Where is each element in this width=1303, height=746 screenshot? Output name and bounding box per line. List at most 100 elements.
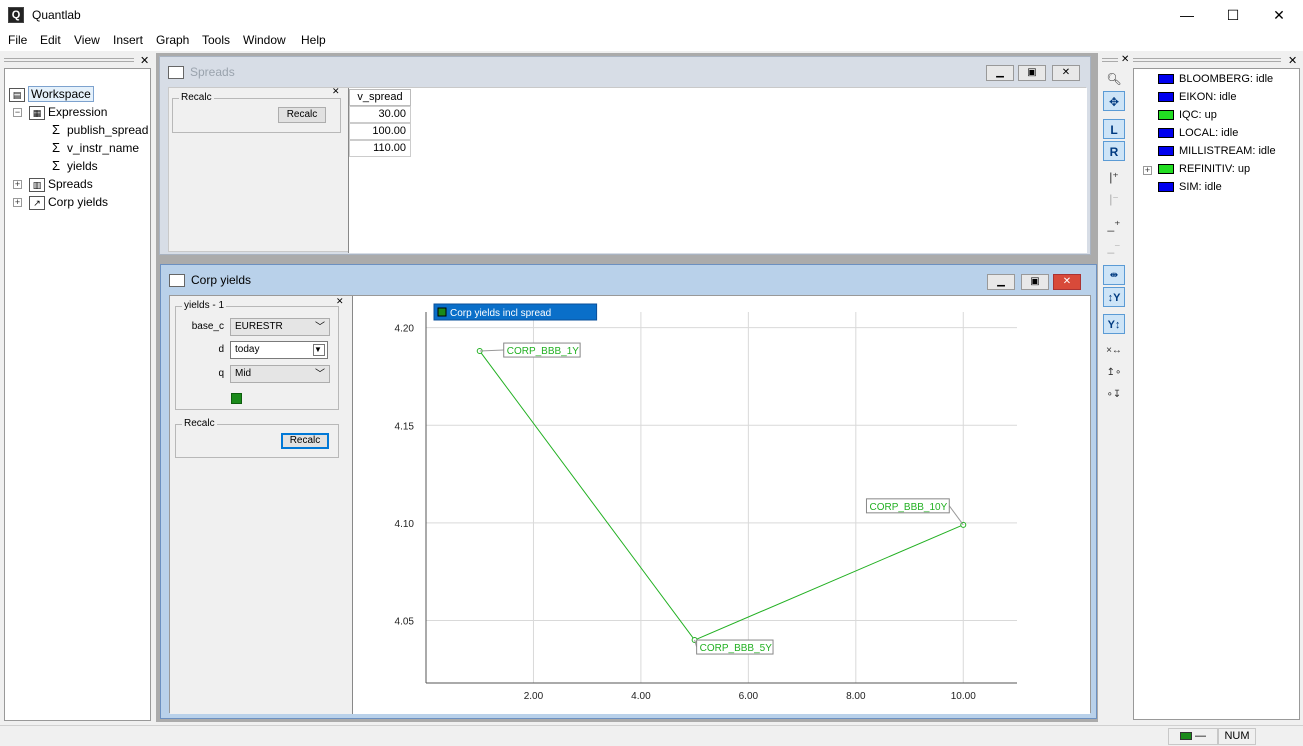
- source-item-local[interactable]: LOCAL: idle: [1158, 124, 1238, 142]
- pan-icon[interactable]: ✥: [1103, 91, 1125, 111]
- maximize-button[interactable]: ☐: [1210, 0, 1256, 31]
- y-tick-label: 4.15: [395, 421, 415, 432]
- connection-icon: [1179, 732, 1192, 741]
- source-item-bloomberg[interactable]: BLOOMBERG: idle: [1158, 70, 1273, 88]
- chart-legend[interactable]: Corp yields incl spread: [433, 303, 598, 321]
- recalc-button[interactable]: Recalc: [278, 107, 326, 123]
- panel-grip[interactable]: [4, 58, 134, 62]
- spreads-minimize-button[interactable]: ▁: [986, 65, 1014, 81]
- collapse-icon[interactable]: −: [13, 108, 22, 117]
- chart-icon: [169, 274, 185, 287]
- menu-graph[interactable]: Graph: [156, 33, 189, 47]
- source-item-iqc[interactable]: IQC: up: [1158, 106, 1217, 124]
- grid-cell[interactable]: 100.00: [349, 123, 411, 140]
- close-panel-icon[interactable]: ✕: [140, 54, 149, 67]
- corp-yields-close-button[interactable]: ✕: [1053, 274, 1081, 290]
- legend-entry[interactable]: Corp yields incl spread: [450, 308, 551, 319]
- corp-yields-window: Corp yields ▁ ▣ ✕ ✕ yields - 1 base_c EU…: [160, 264, 1097, 719]
- y-crosshair-icon[interactable]: ↥∘: [1103, 363, 1125, 383]
- series-line[interactable]: [479, 350, 964, 641]
- left-axis-button[interactable]: L: [1103, 119, 1125, 139]
- spreads-restore-button[interactable]: ▣: [1018, 65, 1046, 81]
- menu-file[interactable]: File: [8, 33, 27, 47]
- x-crosshair-icon[interactable]: ×↔: [1103, 341, 1125, 361]
- menu-bar: File Edit View Insert Graph Tools Window…: [0, 31, 1303, 51]
- right-axis-button[interactable]: R: [1103, 141, 1125, 161]
- spreads-body: ✕ Recalc Recalc v_spread 30.00 100.00 11…: [168, 86, 1087, 253]
- menu-edit[interactable]: Edit: [40, 33, 61, 47]
- zoom-icon[interactable]: 🔍︎: [1103, 69, 1125, 89]
- recalc-button[interactable]: Recalc: [281, 433, 329, 449]
- tree-item-yields[interactable]: Σyields: [49, 157, 98, 175]
- tree-item-corp-yields[interactable]: ↗ Corp yields: [29, 193, 108, 211]
- grid-cell[interactable]: 30.00: [349, 106, 411, 123]
- close-toolbar-icon[interactable]: ✕: [1121, 54, 1129, 65]
- x-tick-label: 6.00: [739, 691, 759, 702]
- expand-icon[interactable]: +: [13, 198, 22, 207]
- corp-yields-minimize-button[interactable]: ▁: [987, 274, 1015, 290]
- add-horizontal-line-icon[interactable]: _⁺: [1103, 215, 1125, 235]
- status-blue-icon: [1158, 182, 1174, 193]
- y-tick-label: 4.20: [395, 324, 415, 335]
- quantlab-app: Q Quantlab — ☐ ✕ File Edit View Insert G…: [0, 0, 1303, 746]
- add-vertical-line-icon[interactable]: |⁺: [1103, 167, 1125, 187]
- d-combo-input[interactable]: today ▼: [230, 341, 328, 359]
- data-sources-list: BLOOMBERG: idle EIKON: idle IQC: up LOCA…: [1133, 68, 1300, 720]
- corp-yields-body: ✕ yields - 1 base_c EURESTR ﹀ d today ▼ q …: [169, 295, 1091, 714]
- tree-item-publish-spread[interactable]: Σpublish_spread: [49, 121, 148, 139]
- source-item-millistream[interactable]: MILLISTREAM: idle: [1158, 142, 1276, 160]
- column-header-v-spread[interactable]: v_spread: [349, 89, 411, 106]
- status-blue-icon: [1158, 92, 1174, 103]
- legend-swatch: [437, 307, 447, 317]
- yields-parameter-group: yields - 1 base_c EURESTR ﹀ d today ▼ q Mi…: [175, 300, 339, 410]
- minimize-button[interactable]: —: [1164, 0, 1210, 31]
- grid-cell[interactable]: 110.00: [349, 140, 411, 157]
- status-blue-icon: [1158, 128, 1174, 139]
- tree-item-expression[interactable]: ▦ Expression: [29, 103, 107, 121]
- corp-yields-title-bar[interactable]: Corp yields ▁ ▣ ✕: [161, 265, 1096, 295]
- spreads-close-button[interactable]: ✕: [1052, 65, 1080, 81]
- expand-icon[interactable]: +: [1143, 166, 1152, 175]
- series-color-swatch[interactable]: [231, 393, 242, 404]
- tree-item-v-instr-name[interactable]: Σv_instr_name: [49, 139, 139, 157]
- data-label-leader: [948, 505, 964, 526]
- close-button[interactable]: ✕: [1256, 0, 1302, 31]
- data-label[interactable]: CORP_BBB_5Y: [700, 643, 773, 654]
- q-dropdown[interactable]: Mid ﹀: [230, 365, 330, 383]
- y-scale-icon[interactable]: ↕Y: [1103, 287, 1125, 307]
- close-group-icon[interactable]: ✕: [332, 86, 340, 97]
- data-label[interactable]: CORP_BBB_10Y: [869, 502, 947, 513]
- menu-insert[interactable]: Insert: [113, 33, 143, 47]
- q-label: q: [218, 368, 224, 379]
- menu-help[interactable]: Help: [301, 33, 326, 47]
- source-item-sim[interactable]: SIM: idle: [1158, 178, 1222, 196]
- y-autoscale-icon[interactable]: Y↕: [1103, 314, 1125, 334]
- yield-chart[interactable]: 2.00 4.00 6.00 8.00 10.00 4.05 4.10 4.15 4.20 CO…: [353, 296, 1089, 712]
- close-panel-icon[interactable]: ✕: [1288, 54, 1297, 67]
- expand-icon[interactable]: +: [13, 180, 22, 189]
- table-icon: [168, 66, 184, 79]
- corp-yields-restore-button[interactable]: ▣: [1021, 274, 1049, 290]
- base-c-dropdown[interactable]: EURESTR ﹀: [230, 318, 330, 336]
- chart-grid: [426, 312, 1017, 683]
- menu-view[interactable]: View: [74, 33, 100, 47]
- remove-vertical-line-icon[interactable]: |⁻: [1103, 189, 1125, 209]
- spreads-title-bar[interactable]: Spreads ▁ ▣ ✕: [160, 57, 1090, 87]
- x-scale-icon[interactable]: ⇹: [1103, 265, 1125, 285]
- status-green-icon: [1158, 164, 1174, 175]
- table-icon: ▥: [29, 177, 45, 192]
- tree-item-spreads[interactable]: ▥ Spreads: [29, 175, 93, 193]
- tree-item-workspace[interactable]: ▤ Workspace: [9, 85, 94, 103]
- source-item-refinitiv[interactable]: REFINITIV: up: [1158, 160, 1250, 178]
- dropdown-arrow-icon[interactable]: ▼: [313, 344, 325, 356]
- data-label[interactable]: CORP_BBB_1Y: [507, 346, 580, 357]
- source-item-eikon[interactable]: EIKON: idle: [1158, 88, 1236, 106]
- chart-area[interactable]: 2.00 4.00 6.00 8.00 10.00 4.05 4.10 4.15 4.20 CO…: [352, 296, 1090, 714]
- toolbar-grip[interactable]: [1102, 58, 1118, 62]
- menu-window[interactable]: Window: [243, 33, 286, 47]
- xy-crosshair-icon[interactable]: ∘↧: [1103, 385, 1125, 405]
- panel-grip[interactable]: [1133, 58, 1281, 62]
- menu-tools[interactable]: Tools: [202, 33, 230, 47]
- remove-horizontal-line-icon[interactable]: _⁻: [1103, 237, 1125, 257]
- x-tick-label: 4.00: [631, 691, 651, 702]
